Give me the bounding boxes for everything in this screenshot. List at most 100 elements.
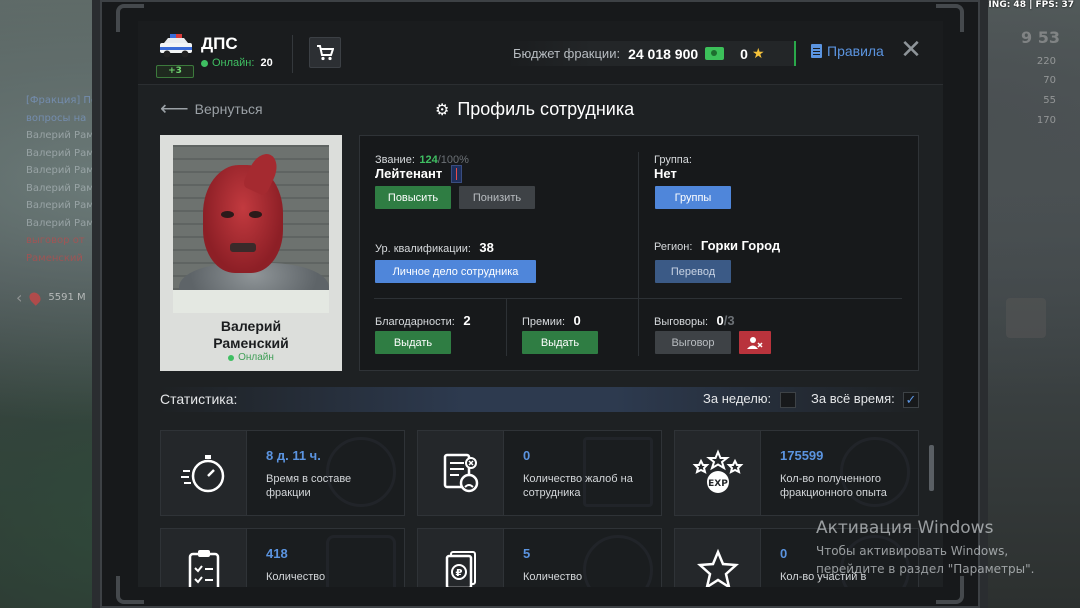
shop-button[interactable]	[309, 37, 341, 68]
rank-insignia-icon	[450, 165, 462, 183]
all-time-filter-label: За всё время:	[811, 391, 895, 406]
thanks-info: Благодарности: 2	[375, 312, 471, 330]
give-thanks-button[interactable]: Выдать	[375, 331, 451, 354]
divider	[638, 152, 639, 356]
profile-panel: +3 ДПС Онлайн: 20 Бюджет фракции: 24 018…	[138, 21, 943, 587]
watermark-line-1: Чтобы активировать Windows,	[816, 544, 1009, 558]
police-car-icon	[160, 34, 192, 58]
online-dot-icon	[228, 354, 235, 361]
document-icon	[811, 44, 822, 58]
background-distance: ‹ 5591 M	[16, 288, 86, 307]
scrollbar[interactable]	[929, 445, 934, 491]
close-button[interactable]: ✕	[900, 37, 922, 63]
budget-label: Бюджет фракции:	[513, 46, 621, 61]
reprimand-button[interactable]: Выговор	[655, 331, 731, 354]
arrow-left-icon: ⟵	[160, 98, 189, 120]
header: +3 ДПС Онлайн: 20 Бюджет фракции: 24 018…	[138, 21, 943, 85]
employee-status-label: Онлайн	[238, 352, 274, 363]
region-value: Горки Город	[700, 238, 781, 253]
statistics-title: Статистика:	[160, 391, 238, 407]
online-status: Онлайн: 20	[201, 57, 273, 69]
stat-description: Количество	[523, 571, 583, 583]
qualification-label: Ур. квалификации:	[375, 243, 471, 255]
stat-value: 0	[780, 546, 788, 561]
windows-activation-watermark: Активация Windows Чтобы активировать Win…	[816, 518, 1034, 578]
employee-info-grid: Звание: 124/100% Лейтенант Повысить Пони…	[359, 135, 919, 371]
stat-value: 5	[523, 546, 531, 561]
stat-icon-box: EXP	[675, 431, 761, 515]
cart-icon	[317, 44, 334, 60]
rules-label: Правила	[827, 43, 884, 59]
promote-button[interactable]: Повысить	[375, 186, 451, 209]
online-label: Онлайн:	[212, 57, 255, 69]
page-title-text: Профиль сотрудника	[457, 99, 635, 119]
group-value-text: Нет	[654, 166, 677, 181]
stat-icon-box	[161, 431, 247, 515]
employee-status: Онлайн	[173, 352, 329, 363]
transfer-button[interactable]: Перевод	[655, 260, 731, 283]
stat-icon-box	[161, 529, 247, 587]
qualification-info: Ур. квалификации: 38	[375, 239, 494, 257]
coins-value: 0	[740, 45, 748, 62]
personal-file-button[interactable]: Личное дело сотрудника	[375, 260, 536, 283]
give-bonus-button[interactable]: Выдать	[522, 331, 598, 354]
employee-photo-card: Валерий Раменский Онлайн	[160, 135, 342, 371]
all-time-checkbox[interactable]: ✓	[903, 392, 919, 408]
back-button[interactable]: ⟵ Вернуться	[160, 98, 263, 120]
faction-budget: Бюджет фракции: 24 018 900 0 ★	[506, 41, 796, 66]
complaint-icon	[443, 453, 478, 493]
coin-doc-icon: ₽	[445, 551, 476, 587]
reprimand-info: Выговоры: 0/3	[654, 312, 735, 330]
group-value: Нет	[654, 165, 677, 183]
stat-icon-box: ₽	[418, 529, 504, 587]
background-right-hud: 9 53 220 70 55 170	[1000, 20, 1080, 350]
reprimand-value: 0	[716, 313, 724, 328]
week-filter-label: За неделю:	[703, 391, 772, 406]
rank-name-row: Лейтенант	[375, 165, 462, 183]
clipboard-icon	[188, 550, 219, 587]
online-count: 20	[260, 57, 273, 69]
region-info: Регион: Горки Город	[654, 237, 780, 255]
stat-description: Количество	[266, 571, 326, 583]
stat-card: EXP 175599 Кол-во полученного фракционно…	[674, 430, 919, 516]
thanks-label: Благодарности:	[375, 316, 455, 328]
stat-value: 175599	[780, 448, 824, 463]
demote-button[interactable]: Понизить	[459, 186, 535, 209]
rank-name: Лейтенант	[375, 166, 443, 182]
stat-description: Количество жалоб на сотрудника	[523, 473, 633, 499]
star-icon	[696, 548, 739, 587]
online-dot-icon	[201, 59, 208, 67]
divider	[374, 298, 902, 299]
stat-icon-box	[418, 431, 504, 515]
reprimand-total: /3	[723, 313, 735, 328]
stat-card: 8 д. 11 ч. Время в составе фракции	[160, 430, 405, 516]
divider	[292, 35, 293, 73]
stat-value: 0	[523, 448, 531, 463]
stat-card: 418 Количество	[160, 528, 405, 587]
stat-description: Время в составе фракции	[266, 473, 352, 499]
back-label: Вернуться	[194, 101, 263, 117]
stat-icon-box	[675, 529, 761, 587]
stopwatch-icon	[180, 455, 224, 493]
employee-last-name: Раменский	[213, 335, 289, 351]
groups-button[interactable]: Группы	[655, 186, 731, 209]
user-remove-icon	[747, 336, 763, 349]
rules-link[interactable]: Правила	[811, 43, 884, 59]
svg-text:EXP: EXP	[708, 479, 728, 489]
bonus-value: 0	[573, 313, 581, 328]
faction-name: ДПС	[201, 34, 238, 53]
budget-value: 24 018 900	[628, 45, 699, 62]
stat-card: 0 Количество жалоб на сотрудника	[417, 430, 662, 516]
bell-icon	[1006, 298, 1046, 338]
stat-value: 8 д. 11 ч.	[266, 448, 321, 463]
stat-description: Кол-во полученного фракционного опыта	[780, 473, 887, 499]
week-checkbox[interactable]	[780, 392, 796, 408]
bonus-info: Премии: 0	[522, 312, 581, 330]
thanks-value: 2	[463, 313, 471, 328]
reprimand-label: Выговоры:	[654, 316, 709, 328]
svg-text:₽: ₽	[455, 568, 462, 579]
remove-reprimand-button[interactable]	[739, 331, 771, 354]
faction-badge: +3	[156, 65, 194, 78]
employee-first-name: Валерий	[220, 318, 282, 334]
region-label: Регион:	[654, 241, 693, 253]
